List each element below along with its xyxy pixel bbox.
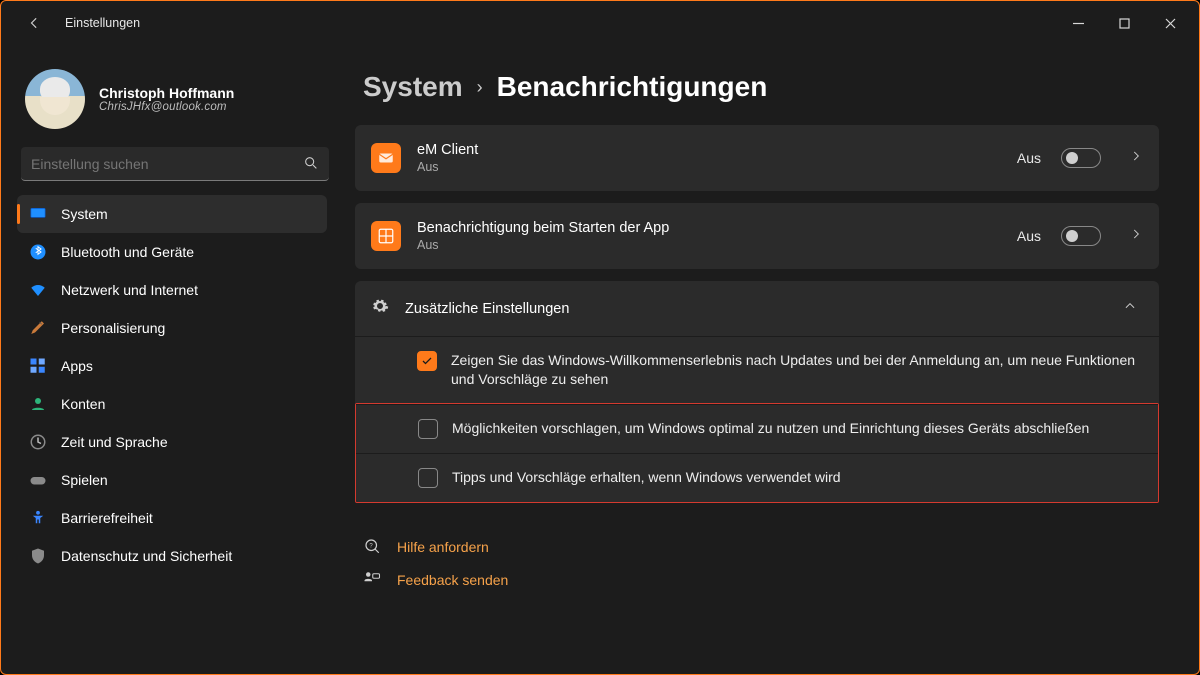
sidebar-item-label: Apps: [61, 358, 93, 374]
app-title: Einstellungen: [65, 16, 140, 30]
close-button[interactable]: [1147, 7, 1193, 39]
system-icon: [29, 205, 47, 223]
send-feedback-link[interactable]: Feedback senden: [363, 564, 1159, 597]
app-grid-icon: [371, 221, 401, 251]
emclient-icon: [371, 143, 401, 173]
sidebar-item-network[interactable]: Netzwerk und Internet: [17, 271, 327, 309]
notif-app-emclient[interactable]: eM Client Aus Aus: [355, 125, 1159, 191]
feedback-icon: [363, 570, 381, 591]
sidebar-item-label: Konten: [61, 396, 105, 412]
help-links: ? Hilfe anfordern Feedback senden: [363, 531, 1159, 597]
check-label: Möglichkeiten vorschlagen, um Windows op…: [452, 419, 1089, 439]
get-help-link[interactable]: ? Hilfe anfordern: [363, 531, 1159, 564]
accessibility-icon: [29, 509, 47, 527]
additional-title: Zusätzliche Einstellungen: [405, 301, 1107, 317]
sidebar-item-bluetooth[interactable]: Bluetooth und Geräte: [17, 233, 327, 271]
sidebar-item-label: Spielen: [61, 472, 108, 488]
feedback-label: Feedback senden: [397, 572, 508, 588]
check-suggest-setup[interactable]: Möglichkeiten vorschlagen, um Windows op…: [356, 404, 1158, 453]
titlebar: Einstellungen: [1, 1, 1199, 45]
help-icon: ?: [363, 537, 381, 558]
wifi-icon: [29, 281, 47, 299]
check-label: Tipps und Vorschläge erhalten, wenn Wind…: [452, 468, 841, 488]
toggle-appstart[interactable]: [1061, 226, 1101, 246]
toggle-state-label: Aus: [1017, 150, 1041, 166]
additional-settings-header[interactable]: Zusätzliche Einstellungen: [355, 281, 1159, 336]
main-content: System › Benachrichtigungen eM Client Au…: [341, 45, 1199, 674]
search-box[interactable]: [21, 147, 329, 181]
card-sub: Aus: [417, 160, 1001, 174]
gamepad-icon: [29, 471, 47, 489]
sidebar-item-label: Netzwerk und Internet: [61, 282, 198, 298]
additional-settings: Zusätzliche Einstellungen Zeigen Sie das…: [355, 281, 1159, 503]
gear-icon: [371, 297, 389, 320]
clock-globe-icon: [29, 433, 47, 451]
sidebar: Christoph Hoffmann ChrisJHfx@outlook.com…: [1, 45, 341, 674]
apps-icon: [29, 357, 47, 375]
sidebar-item-accounts[interactable]: Konten: [17, 385, 327, 423]
breadcrumb: System › Benachrichtigungen: [363, 71, 1159, 103]
sidebar-item-gaming[interactable]: Spielen: [17, 461, 327, 499]
sidebar-item-label: Personalisierung: [61, 320, 165, 336]
chevron-right-icon: [1129, 227, 1143, 246]
check-label: Zeigen Sie das Windows-Willkommenserlebn…: [451, 351, 1137, 389]
sidebar-item-privacy[interactable]: Datenschutz und Sicherheit: [17, 537, 327, 575]
help-label: Hilfe anfordern: [397, 539, 489, 555]
minimize-button[interactable]: [1055, 7, 1101, 39]
svg-text:?: ?: [369, 543, 373, 549]
maximize-button[interactable]: [1101, 7, 1147, 39]
nav: System Bluetooth und Geräte Netzwerk und…: [17, 195, 333, 674]
profile-block[interactable]: Christoph Hoffmann ChrisJHfx@outlook.com: [17, 63, 333, 143]
toggle-emclient[interactable]: [1061, 148, 1101, 168]
settings-window: Einstellungen Christoph Hoffmann ChrisJH…: [0, 0, 1200, 675]
sidebar-item-label: System: [61, 206, 108, 222]
check-welcome-experience[interactable]: Zeigen Sie das Windows-Willkommenserlebn…: [355, 336, 1159, 403]
sidebar-item-label: Bluetooth und Geräte: [61, 244, 194, 260]
bluetooth-icon: [29, 243, 47, 261]
chevron-right-icon: ›: [477, 77, 483, 98]
checkbox[interactable]: [418, 468, 438, 488]
brush-icon: [29, 319, 47, 337]
additional-body: Zeigen Sie das Windows-Willkommenserlebn…: [355, 336, 1159, 503]
search-icon: [303, 155, 319, 176]
sidebar-item-system[interactable]: System: [17, 195, 327, 233]
card-title: Benachrichtigung beim Starten der App: [417, 220, 1001, 236]
card-sub: Aus: [417, 238, 1001, 252]
window-controls: [1055, 7, 1193, 39]
sidebar-item-personalisation[interactable]: Personalisierung: [17, 309, 327, 347]
shield-icon: [29, 547, 47, 565]
check-tips[interactable]: Tipps und Vorschläge erhalten, wenn Wind…: [356, 453, 1158, 502]
chevron-up-icon: [1123, 299, 1137, 318]
back-button[interactable]: [19, 7, 51, 39]
profile-email: ChrisJHfx@outlook.com: [99, 101, 234, 113]
search-input[interactable]: [31, 156, 293, 172]
toggle-state-label: Aus: [1017, 228, 1041, 244]
sidebar-item-apps[interactable]: Apps: [17, 347, 327, 385]
sidebar-item-time-language[interactable]: Zeit und Sprache: [17, 423, 327, 461]
chevron-right-icon: [1129, 149, 1143, 168]
sidebar-item-accessibility[interactable]: Barrierefreiheit: [17, 499, 327, 537]
breadcrumb-parent[interactable]: System: [363, 71, 463, 103]
sidebar-item-label: Datenschutz und Sicherheit: [61, 548, 232, 564]
notif-app-start[interactable]: Benachrichtigung beim Starten der App Au…: [355, 203, 1159, 269]
person-icon: [29, 395, 47, 413]
breadcrumb-current: Benachrichtigungen: [497, 71, 768, 103]
checkbox[interactable]: [417, 351, 437, 371]
checkbox[interactable]: [418, 419, 438, 439]
highlight-box: Möglichkeiten vorschlagen, um Windows op…: [355, 403, 1159, 503]
card-title: eM Client: [417, 142, 1001, 158]
sidebar-item-label: Barrierefreiheit: [61, 510, 153, 526]
sidebar-item-label: Zeit und Sprache: [61, 434, 168, 450]
avatar: [25, 69, 85, 129]
profile-name: Christoph Hoffmann: [99, 85, 234, 101]
